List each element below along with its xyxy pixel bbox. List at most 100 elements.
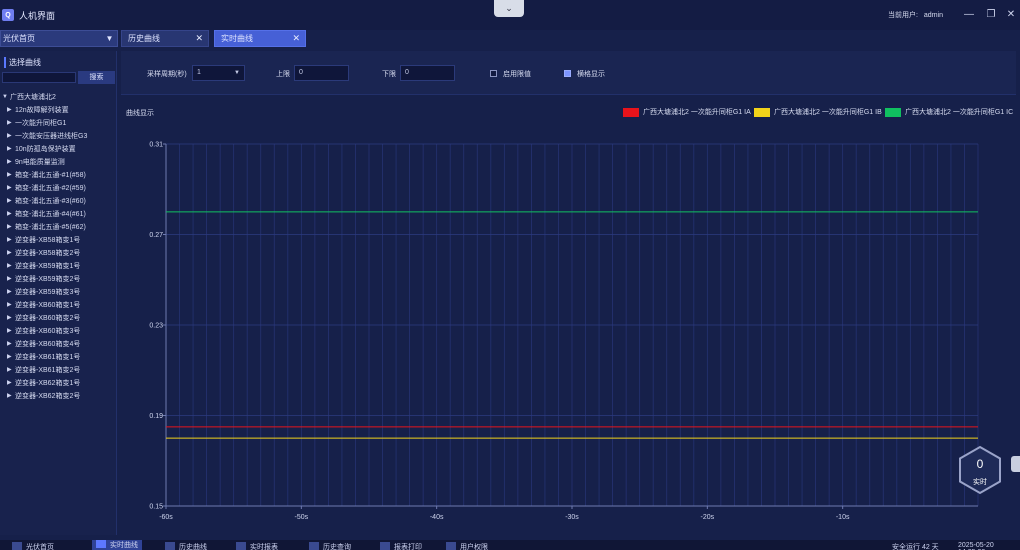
- chart-panel: 曲线显示 广西大塘浦北2 一次能升同柜G1 IA 广西大塘浦北2 一次能升同柜G…: [121, 99, 1016, 534]
- taskbar-item[interactable]: 历史曲线: [165, 542, 207, 550]
- tree-item[interactable]: ▶ 逆变器-XB59箱变3号: [2, 285, 116, 298]
- tree-item[interactable]: ▶ 一次能安压器进线柜G3: [2, 129, 116, 142]
- tree-item[interactable]: ▶ 逆变器-XB60箱变4号: [2, 337, 116, 350]
- expand-arrow-icon[interactable]: ▶: [7, 119, 15, 126]
- expand-arrow-icon[interactable]: ▶: [7, 314, 15, 321]
- restore-button[interactable]: ❐: [984, 8, 998, 22]
- chevron-down-icon: ⌄: [505, 3, 513, 13]
- user-name: admin: [923, 12, 943, 19]
- close-window-button[interactable]: ✕: [1004, 8, 1018, 22]
- tree-item[interactable]: ▶ 逆变器-XB60箱变3号: [2, 324, 116, 337]
- tree-item-label: 10n防孤岛保护装置: [15, 145, 76, 153]
- expand-arrow-icon[interactable]: ▶: [7, 379, 15, 386]
- expand-arrow-icon[interactable]: ▶: [7, 223, 15, 230]
- tree-item-label: 箱变-浦北五通-#4(#61): [15, 210, 86, 218]
- tab-realtime-curve[interactable]: 实时曲线 ✕: [214, 30, 306, 47]
- vertical-grid-checkbox[interactable]: [564, 70, 571, 77]
- tree-item[interactable]: ▶ 逆变器-XB61箱变2号: [2, 363, 116, 376]
- expand-arrow-icon[interactable]: ▶: [7, 366, 15, 373]
- taskbar-label: 报表打印: [394, 544, 422, 550]
- tree-item[interactable]: ▶ 逆变器-XB62箱变2号: [2, 389, 116, 402]
- app-logo-icon: Q: [2, 9, 14, 21]
- tree-item[interactable]: ▶ 12n故障解列装置: [2, 103, 116, 116]
- tree-item[interactable]: ▶ 逆变器-XB58箱变2号: [2, 246, 116, 259]
- expand-arrow-icon[interactable]: ▼: [2, 94, 10, 100]
- tree-item-label: 箱变-浦北五通-#2(#59): [15, 184, 86, 192]
- tree-item-label: 逆变器-XB59箱变1号: [15, 262, 81, 270]
- title-bar: Q 人机界面 ⌄ 当前用户: admin — ❐ ✕: [0, 0, 1020, 30]
- minimize-button[interactable]: —: [962, 8, 976, 22]
- search-button[interactable]: 搜索: [78, 71, 115, 84]
- upper-limit-input[interactable]: 0: [294, 65, 349, 81]
- lower-limit-input[interactable]: 0: [400, 65, 455, 81]
- close-icon[interactable]: ✕: [195, 33, 203, 44]
- curve-tree: ▼ 广西大塘浦北2 ▶ 12n故障解列装置 ▶ 一次能升同柜G1 ▶ 一次能安压器进线柜G…: [2, 90, 116, 402]
- expand-arrow-icon[interactable]: ▶: [7, 132, 15, 139]
- expand-arrow-icon[interactable]: ▶: [7, 171, 15, 178]
- close-icon[interactable]: ✕: [292, 33, 300, 44]
- taskbar-item[interactable]: 用户权限: [446, 542, 488, 550]
- tree-item[interactable]: ▶ 箱变-浦北五通-#1(#58): [2, 168, 116, 181]
- tree-item-label: 逆变器-XB59箱变3号: [15, 288, 81, 296]
- realtime-line-chart: 0.15 0.19 0.23 0.27 0.31 -60s -50s -40s -30s -20s…: [149, 142, 979, 521]
- tree-item[interactable]: ▶ 逆变器-XB61箱变1号: [2, 350, 116, 363]
- tree-item[interactable]: ▶ 箱变-浦北五通-#3(#60): [2, 194, 116, 207]
- limit-checkbox[interactable]: [490, 70, 497, 77]
- current-user: 当前用户: admin: [888, 10, 943, 20]
- collapse-toggle-button[interactable]: ⌄: [494, 0, 524, 17]
- expand-arrow-icon[interactable]: ▶: [7, 392, 15, 399]
- tree-item[interactable]: ▶ 箱变-浦北五通-#5(#62): [2, 220, 116, 233]
- tree-item[interactable]: ▶ 一次能升同柜G1: [2, 116, 116, 129]
- lower-limit-value: 0: [405, 69, 409, 76]
- tree-item[interactable]: ▶ 逆变器-XB60箱变2号: [2, 311, 116, 324]
- tree-item-label: 逆变器-XB62箱变1号: [15, 379, 81, 387]
- module-icon: [236, 542, 246, 550]
- tree-root[interactable]: ▼ 广西大塘浦北2: [2, 90, 116, 103]
- taskbar-label: 历史曲线: [179, 544, 207, 550]
- y-tick-label: 0.19: [149, 413, 163, 420]
- tree-item[interactable]: ▶ 逆变器-XB62箱变1号: [2, 376, 116, 389]
- taskbar-item[interactable]: 光伏首页: [12, 542, 54, 550]
- expand-arrow-icon[interactable]: ▶: [7, 210, 15, 217]
- period-select[interactable]: 1 ▼: [192, 65, 245, 81]
- tab-history-curve[interactable]: 历史曲线 ✕: [121, 30, 209, 47]
- tree-item[interactable]: ▶ 箱变-浦北五通-#2(#59): [2, 181, 116, 194]
- tree-item-label: 12n故障解列装置: [15, 106, 69, 114]
- expand-arrow-icon[interactable]: ▶: [7, 301, 15, 308]
- expand-arrow-icon[interactable]: ▶: [7, 197, 15, 204]
- x-tick-label: -50s: [295, 514, 309, 521]
- user-label: 当前用户:: [888, 12, 918, 19]
- expand-arrow-icon[interactable]: ▶: [7, 184, 15, 191]
- expand-arrow-icon[interactable]: ▶: [7, 340, 15, 347]
- expand-arrow-icon[interactable]: ▶: [7, 353, 15, 360]
- tree-item[interactable]: ▶ 逆变器-XB59箱变1号: [2, 259, 116, 272]
- taskbar-item[interactable]: 历史查询: [309, 542, 351, 550]
- expand-arrow-icon[interactable]: ▶: [7, 236, 15, 243]
- expand-arrow-icon[interactable]: ▶: [7, 262, 15, 269]
- expand-arrow-icon[interactable]: ▶: [7, 249, 15, 256]
- tree-search-input[interactable]: [2, 72, 76, 83]
- expand-arrow-icon[interactable]: ▶: [7, 145, 15, 152]
- module-icon: [96, 540, 106, 548]
- taskbar-item[interactable]: 报表打印: [380, 542, 422, 550]
- taskbar-label: 历史查询: [323, 544, 351, 550]
- tab-bar: 光伏首页 ▼ 历史曲线 ✕ 实时曲线 ✕: [0, 30, 1020, 48]
- vertical-grid-label: 横格显示: [577, 71, 605, 78]
- tree-item[interactable]: ▶ 箱变-浦北五通-#4(#61): [2, 207, 116, 220]
- expand-arrow-icon[interactable]: ▶: [7, 288, 15, 295]
- tree-item[interactable]: ▶ 9n电能质量监测: [2, 155, 116, 168]
- expand-arrow-icon[interactable]: ▶: [7, 327, 15, 334]
- x-tick-label: -10s: [836, 514, 850, 521]
- side-drawer-handle[interactable]: [1011, 456, 1020, 472]
- taskbar-item[interactable]: 实时曲线: [92, 540, 142, 550]
- taskbar-item[interactable]: 实时报表: [236, 542, 278, 550]
- home-select[interactable]: 光伏首页 ▼: [0, 30, 118, 47]
- expand-arrow-icon[interactable]: ▶: [7, 275, 15, 282]
- tree-item[interactable]: ▶ 逆变器-XB58箱变1号: [2, 233, 116, 246]
- tree-item[interactable]: ▶ 逆变器-XB60箱变1号: [2, 298, 116, 311]
- expand-arrow-icon[interactable]: ▶: [7, 106, 15, 113]
- realtime-badge[interactable]: 0 实时: [958, 445, 1002, 495]
- tree-item[interactable]: ▶ 逆变器-XB59箱变2号: [2, 272, 116, 285]
- tree-item[interactable]: ▶ 10n防孤岛保护装置: [2, 142, 116, 155]
- expand-arrow-icon[interactable]: ▶: [7, 158, 15, 165]
